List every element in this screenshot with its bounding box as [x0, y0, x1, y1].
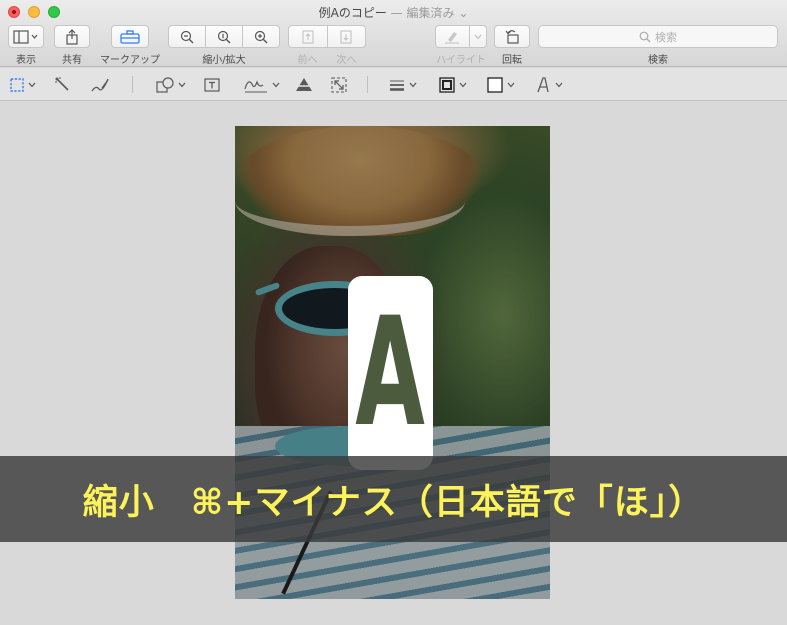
document-name: 例Aのコピー — [318, 6, 387, 20]
zoom-in-icon — [254, 30, 268, 43]
search-label: 検索 — [648, 55, 668, 66]
search-placeholder: 検索 — [655, 30, 677, 44]
instant-alpha-icon — [55, 77, 69, 91]
shapes-button[interactable] — [155, 75, 186, 95]
sketch-button[interactable] — [90, 75, 110, 95]
zoom-out-icon — [181, 30, 194, 43]
shape-style-button[interactable] — [388, 75, 417, 95]
chevron-down-icon — [474, 34, 482, 39]
view-label: 表示 — [16, 55, 36, 66]
zoom-out-button[interactable] — [169, 26, 205, 47]
page-nav-control — [288, 25, 366, 48]
rectangular-selection-icon — [10, 78, 24, 92]
search-field[interactable]: 検索 — [538, 25, 778, 48]
view-menu-button[interactable] — [8, 25, 44, 48]
text-style-icon — [537, 77, 549, 93]
chevron-down-icon — [409, 82, 417, 88]
share-label: 共有 — [62, 55, 82, 66]
zoom-label: 縮小/拡大 — [202, 55, 246, 66]
highlight-control — [435, 25, 487, 48]
search-icon — [639, 31, 651, 42]
zoom-in-button[interactable] — [241, 26, 279, 47]
sign-icon — [244, 80, 267, 93]
text-style-button[interactable] — [534, 75, 563, 95]
adjust-size-button[interactable] — [330, 75, 348, 95]
chevron-down-icon — [507, 82, 515, 88]
shapes-icon — [156, 77, 174, 93]
text-tool-button[interactable] — [203, 75, 221, 95]
chevron-down-icon — [555, 82, 563, 88]
adjust-color-icon — [295, 78, 313, 91]
highlighter-icon — [445, 31, 460, 44]
highlight-label: ハイライト — [436, 55, 486, 66]
title-separator: — — [390, 6, 403, 20]
markup-toolbar — [0, 68, 787, 101]
actual-size-button[interactable] — [205, 26, 241, 47]
zoom-control — [168, 25, 280, 48]
shape-style-icon — [390, 80, 404, 91]
sketch-icon — [91, 78, 109, 92]
markup-label: マークアップ — [100, 55, 160, 66]
window-toolbar: 例Aのコピー — 編集済み ⌄ 表示 共有 マークアップ 縮小/拡大 前へ 次へ… — [0, 0, 787, 67]
adjust-color-button[interactable] — [294, 75, 314, 95]
chevron-down-icon — [28, 82, 36, 88]
rotate-left-icon — [505, 30, 519, 44]
chevron-down-icon — [178, 82, 186, 88]
sign-button[interactable] — [243, 75, 280, 95]
arrow-up-icon — [302, 29, 314, 44]
actual-size-icon — [217, 30, 231, 43]
arrow-down-icon — [340, 29, 353, 44]
fill-color-button[interactable] — [486, 75, 515, 95]
border-color-button[interactable] — [438, 75, 467, 95]
chevron-down-icon[interactable]: ⌄ — [458, 6, 468, 20]
instant-alpha-button[interactable] — [54, 75, 72, 95]
fill-color-icon — [487, 77, 503, 93]
caption-banner: 縮小 ⌘+マイナス（日本語で「ほ」） — [0, 456, 787, 542]
toolbar-divider — [367, 76, 368, 93]
toolbar-divider — [132, 76, 133, 93]
chevron-down-icon — [459, 82, 467, 88]
chevron-down-icon — [272, 82, 280, 88]
letter-card: A — [348, 276, 433, 470]
rotate-label: 回転 — [502, 55, 522, 66]
selection-tool-button[interactable] — [9, 75, 36, 95]
text-icon — [204, 78, 220, 92]
markup-toolbar-button[interactable] — [111, 25, 149, 48]
share-button[interactable] — [54, 25, 90, 48]
share-icon — [66, 28, 78, 45]
previous-label: 前へ — [297, 55, 318, 66]
caption-text: 縮小 ⌘+マイナス（日本語で「ほ」） — [82, 482, 705, 523]
letter-glyph: A — [355, 286, 426, 460]
window-title[interactable]: 例Aのコピー — 編集済み ⌄ — [0, 4, 787, 21]
toolbox-icon — [120, 29, 140, 44]
sidebar-icon — [13, 29, 38, 44]
document-status: 編集済み — [406, 6, 455, 20]
previous-page-button[interactable] — [289, 26, 327, 47]
highlight-options-button[interactable] — [468, 26, 486, 47]
border-color-icon — [439, 77, 455, 93]
next-label: 次へ — [336, 55, 357, 66]
rotate-button[interactable] — [494, 25, 530, 48]
next-page-button[interactable] — [326, 26, 365, 47]
highlight-button[interactable] — [436, 26, 469, 47]
adjust-size-icon — [331, 77, 347, 93]
